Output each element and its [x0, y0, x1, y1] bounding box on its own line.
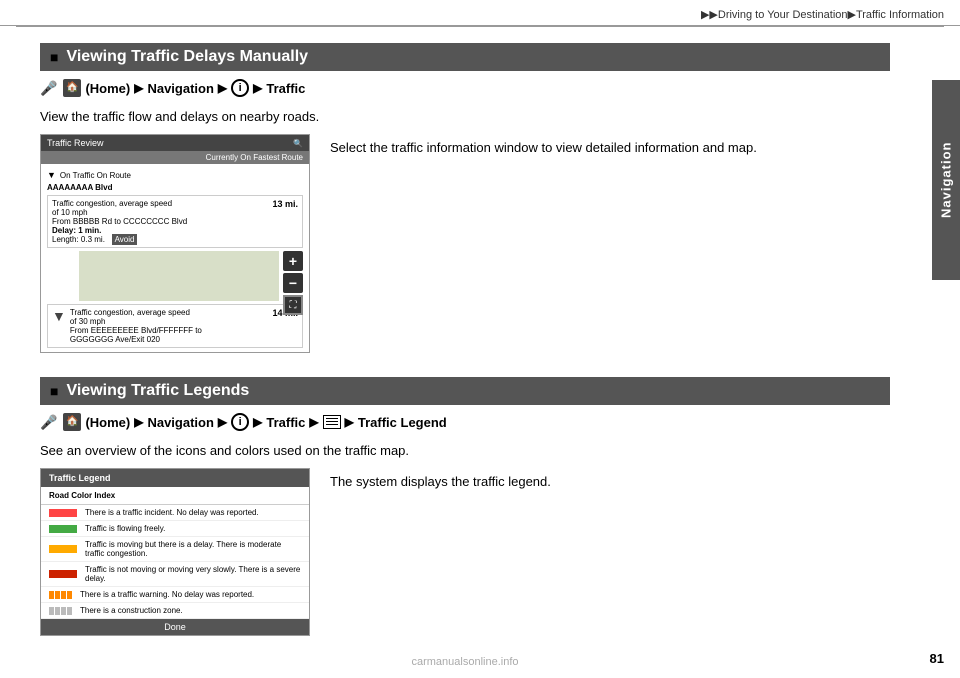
info-icon-2: i	[231, 413, 249, 431]
legend-screen-header: Traffic Legend	[41, 469, 309, 487]
arrow3: ▶	[253, 81, 262, 95]
section1-heading: Viewing Traffic Delays Manually	[40, 43, 890, 71]
traffic-item-2: ▼ Traffic congestion, average speed of 3…	[47, 304, 303, 348]
legend-rows: There is a traffic incident. No delay wa…	[41, 505, 309, 619]
section2-content: Traffic Legend Road Color Index There is…	[40, 468, 890, 636]
legend-row-2: Traffic is moving but there is a delay. …	[41, 537, 309, 562]
section2-path: 🎤 🏠 (Home) ▶ Navigation ▶ i ▶ Traffic ▶ …	[40, 413, 890, 431]
section1-path: 🎤 🏠 (Home) ▶ Navigation ▶ i ▶ Traffic	[40, 79, 890, 97]
legend-screen-col: Traffic Legend Road Color Index There is…	[40, 468, 310, 636]
menu-icon	[323, 415, 341, 429]
arrow1: ▶	[134, 81, 143, 95]
screen-body: ▼ On Traffic On Route AAAAAAAA Blvd Traf…	[41, 164, 309, 352]
mic-icon-2: 🎤	[40, 414, 57, 431]
zoom-in-button[interactable]: +	[283, 251, 303, 271]
traffic-item-1: Traffic congestion, average speed of 10 …	[47, 195, 303, 248]
legend-row-3: Traffic is not moving or moving very slo…	[41, 562, 309, 587]
fullscreen-button[interactable]: ⛶	[283, 295, 303, 315]
arrow-s2-1: ▶	[134, 415, 143, 429]
arrow-s2-4: ▶	[309, 415, 318, 429]
map-controls: + − ⛶	[283, 251, 303, 315]
main-content: Viewing Traffic Delays Manually 🎤 🏠 (Hom…	[0, 27, 930, 676]
color-bar-striped	[49, 591, 72, 599]
map-area	[79, 251, 279, 301]
section2-heading: Viewing Traffic Legends	[40, 377, 890, 405]
legend-row-1: Traffic is flowing freely.	[41, 521, 309, 537]
section-traffic-legends: Viewing Traffic Legends 🎤 🏠 (Home) ▶ Nav…	[40, 377, 890, 636]
section1-description: View the traffic flow and delays on near…	[40, 109, 890, 124]
section2-desc-col: The system displays the traffic legend.	[330, 468, 890, 636]
color-bar-construction	[49, 607, 72, 615]
color-bar-2	[49, 545, 77, 553]
arrow-s2-3: ▶	[253, 415, 262, 429]
home-icon-2: 🏠	[63, 413, 81, 431]
home-icon: 🏠	[63, 79, 81, 97]
down-arrow: ▼	[52, 308, 66, 324]
done-button[interactable]: Done	[41, 619, 309, 635]
watermark: carmanualsonline.info	[0, 656, 930, 668]
legend-row-4: There is a traffic warning. No delay was…	[41, 587, 309, 603]
breadcrumb: ▶▶Driving to Your Destination▶Traffic In…	[701, 9, 944, 21]
arrow2: ▶	[218, 81, 227, 95]
legend-subheader: Road Color Index	[41, 487, 309, 505]
section1-content: Traffic Review 🔍 Currently On Fastest Ro…	[40, 134, 890, 353]
arrow-s2-2: ▶	[218, 415, 227, 429]
screen-subheader: Currently On Fastest Route	[41, 151, 309, 164]
zoom-out-button[interactable]: −	[283, 273, 303, 293]
section-traffic-delays: Viewing Traffic Delays Manually 🎤 🏠 (Hom…	[40, 43, 890, 353]
legend-row-0: There is a traffic incident. No delay wa…	[41, 505, 309, 521]
arrow-s2-5: ▶	[345, 415, 354, 429]
color-bar-1	[49, 525, 77, 533]
mic-icon: 🎤	[40, 80, 57, 97]
color-bar-3	[49, 570, 77, 578]
traffic-screen-mock: Traffic Review 🔍 Currently On Fastest Ro…	[40, 134, 310, 353]
traffic-legend-screen: Traffic Legend Road Color Index There is…	[40, 468, 310, 636]
navigation-tab: Navigation	[932, 80, 960, 280]
section2-description: See an overview of the icons and colors …	[40, 443, 890, 458]
page-header: ▶▶Driving to Your Destination▶Traffic In…	[0, 0, 960, 26]
legend-row-5: There is a construction zone.	[41, 603, 309, 619]
section1-desc-col: Select the traffic information window to…	[330, 134, 890, 353]
info-icon: i	[231, 79, 249, 97]
screen-header: Traffic Review 🔍	[41, 135, 309, 151]
page-number: 81	[930, 651, 944, 666]
color-bar-0	[49, 509, 77, 517]
screen-traffic-review: Traffic Review 🔍 Currently On Fastest Ro…	[40, 134, 310, 353]
